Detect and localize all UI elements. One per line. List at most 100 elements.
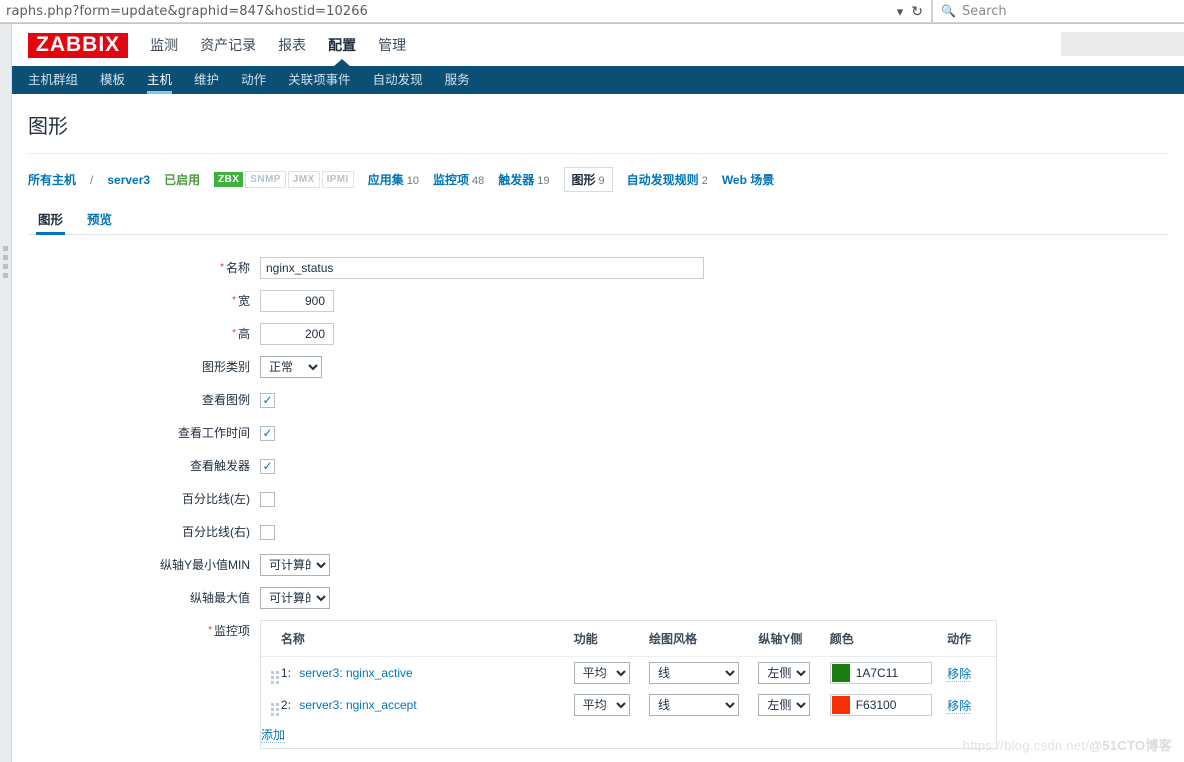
required-marker: * <box>208 625 212 636</box>
remove-item-link[interactable]: 移除 <box>947 698 972 714</box>
label-y-min: 纵轴Y最小值MIN <box>159 558 250 572</box>
item-y-side-select[interactable]: 左侧 <box>758 662 811 684</box>
watermark-brand: @51CTO博客 <box>1089 738 1172 753</box>
item-function-select[interactable]: 平均 <box>573 662 630 684</box>
interface-badge-snmp: SNMP <box>245 171 286 188</box>
items-add-row: 添加 <box>261 721 996 748</box>
breadcrumb-web-scenarios[interactable]: Web 场景 <box>722 171 774 188</box>
subnav-item-correlation[interactable]: 关联项事件 <box>288 66 351 94</box>
zabbix-logo[interactable]: ZABBIX <box>28 32 129 58</box>
row-y-side-cell: 左侧 <box>758 657 829 690</box>
col-header-drag <box>261 621 281 657</box>
name-input[interactable] <box>260 257 704 279</box>
tab-preview[interactable]: 预览 <box>85 204 114 234</box>
y-min-select[interactable]: 可计算的 <box>260 554 330 576</box>
nav-item-monitoring[interactable]: 监测 <box>150 24 178 66</box>
row-drag-cell[interactable] <box>261 689 281 721</box>
add-item-link[interactable]: 添加 <box>261 728 286 743</box>
subnav-item-hosts[interactable]: 主机 <box>147 66 173 94</box>
drag-handle-icon[interactable] <box>271 670 279 684</box>
subnav-item-templates[interactable]: 模板 <box>100 66 125 94</box>
subnav-item-host-groups[interactable]: 主机群组 <box>28 66 78 94</box>
header-search-input[interactable] <box>1061 32 1184 56</box>
remove-item-link[interactable]: 移除 <box>947 666 972 682</box>
item-function-select[interactable]: 平均 <box>573 694 630 716</box>
col-header-action: 动作 <box>947 621 996 657</box>
subnav-item-actions[interactable]: 动作 <box>241 66 266 94</box>
breadcrumb-items[interactable]: 监控项 48 <box>433 171 484 188</box>
nav-item-reports[interactable]: 报表 <box>278 24 306 66</box>
items-table: 名称 功能 绘图风格 纵轴Y侧 颜色 动作 1: server3: nginx_… <box>261 621 996 748</box>
reload-icon[interactable]: ↻ <box>911 4 927 18</box>
watermark-url: https://blog.csdn.net/ <box>962 738 1090 753</box>
field-row-show-triggers: 查看触发器 ✓ <box>28 455 1168 477</box>
breadcrumb-triggers[interactable]: 触发器 19 <box>498 171 549 188</box>
label-graph-type: 图形类别 <box>201 360 250 374</box>
breadcrumb: 所有主机 / server3 已启用 ZBX SNMP JMX IPMI 应用集… <box>28 154 1168 204</box>
browser-search-box[interactable]: 🔍 Search <box>932 0 1184 23</box>
subnav-item-discovery[interactable]: 自动发现 <box>373 66 423 94</box>
height-input[interactable] <box>260 323 334 345</box>
breadcrumb-graphs-count: 9 <box>598 175 605 187</box>
label-width-text: 宽 <box>237 294 250 308</box>
graph-form: *名称 *宽 *高 <box>28 235 1168 762</box>
drag-handle-icon[interactable] <box>271 702 279 716</box>
item-draw-style-select[interactable]: 线 <box>648 662 739 684</box>
breadcrumb-items-label[interactable]: 监控项 <box>433 173 469 187</box>
col-header-y-side: 纵轴Y侧 <box>758 621 830 657</box>
subnav-item-maintenance[interactable]: 维护 <box>194 66 219 94</box>
nav-item-administration[interactable]: 管理 <box>378 24 406 66</box>
items-table-container: 名称 功能 绘图风格 纵轴Y侧 颜色 动作 1: server3: nginx_… <box>260 620 997 749</box>
breadcrumb-applications[interactable]: 应用集 10 <box>368 171 419 188</box>
item-color-picker[interactable]: F63100 <box>829 694 932 716</box>
color-swatch[interactable] <box>831 664 850 682</box>
item-color-picker[interactable]: 1A7C11 <box>829 662 932 684</box>
nav-item-inventory[interactable]: 资产记录 <box>200 24 256 66</box>
collapsed-sidebar-rail[interactable] <box>0 24 12 762</box>
form-tabs: 图形 预览 <box>28 204 1168 235</box>
sub-navigation: 主机群组 模板 主机 维护 动作 关联项事件 自动发现 服务 <box>12 66 1184 94</box>
show-triggers-checkbox[interactable]: ✓ <box>260 458 275 474</box>
row-drag-cell[interactable] <box>261 657 281 690</box>
zabbix-header: ZABBIX 监测 资产记录 报表 配置 管理 <box>12 24 1184 66</box>
breadcrumb-host[interactable]: server3 <box>107 173 150 187</box>
label-name-text: 名称 <box>225 261 250 275</box>
color-swatch[interactable] <box>831 696 850 714</box>
drag-handle-icon[interactable] <box>3 246 8 278</box>
chevron-down-icon[interactable]: ▾ <box>893 5 912 18</box>
percentile-left-checkbox[interactable] <box>260 491 275 507</box>
breadcrumb-graphs-label: 图形 <box>571 173 596 187</box>
breadcrumb-applications-label[interactable]: 应用集 <box>368 173 404 187</box>
width-input[interactable] <box>260 290 334 312</box>
tab-graph[interactable]: 图形 <box>36 204 66 235</box>
breadcrumb-triggers-label[interactable]: 触发器 <box>498 173 534 187</box>
row-name-cell: 2: server3: nginx_accept <box>281 689 574 721</box>
breadcrumb-graphs[interactable]: 图形 9 <box>563 167 613 192</box>
nav-item-configuration[interactable]: 配置 <box>328 24 356 66</box>
label-show-legend: 查看图例 <box>201 393 250 407</box>
interface-badge-jmx: JMX <box>287 171 320 188</box>
watermark: https://blog.csdn.net/@51CTO博客 <box>963 735 1172 754</box>
breadcrumb-discovery-rules[interactable]: 自动发现规则 2 <box>627 171 708 188</box>
subnav-item-services[interactable]: 服务 <box>445 66 470 94</box>
row-function-cell: 平均 <box>573 689 649 721</box>
item-y-side-select[interactable]: 左侧 <box>758 694 811 716</box>
required-marker: * <box>232 328 236 339</box>
show-legend-checkbox[interactable]: ✓ <box>260 392 275 408</box>
show-working-time-checkbox[interactable]: ✓ <box>260 425 275 441</box>
y-max-select[interactable]: 可计算的 <box>260 587 330 609</box>
content-area: 图形 所有主机 / server3 已启用 ZBX SNMP JMX IPMI … <box>12 94 1184 762</box>
breadcrumb-discovery-rules-label[interactable]: 自动发现规则 <box>627 173 699 187</box>
item-draw-style-select[interactable]: 线 <box>648 694 739 716</box>
graph-type-select[interactable]: 正常 <box>260 356 322 378</box>
item-link[interactable]: server3: nginx_accept <box>299 698 416 712</box>
breadcrumb-discovery-rules-count: 2 <box>701 175 708 187</box>
address-bar[interactable]: raphs.php?form=update&graphid=847&hostid… <box>0 0 932 23</box>
item-link[interactable]: server3: nginx_active <box>299 666 412 680</box>
row-draw-style-cell: 线 <box>648 657 758 690</box>
address-bar-url: raphs.php?form=update&graphid=847&hostid… <box>6 3 369 19</box>
table-row: 2: server3: nginx_accept 平均 线 左侧 F63100 … <box>261 689 996 721</box>
breadcrumb-all-hosts[interactable]: 所有主机 <box>28 171 76 188</box>
percentile-right-checkbox[interactable] <box>260 524 275 540</box>
add-item-cell: 添加 <box>261 721 996 748</box>
